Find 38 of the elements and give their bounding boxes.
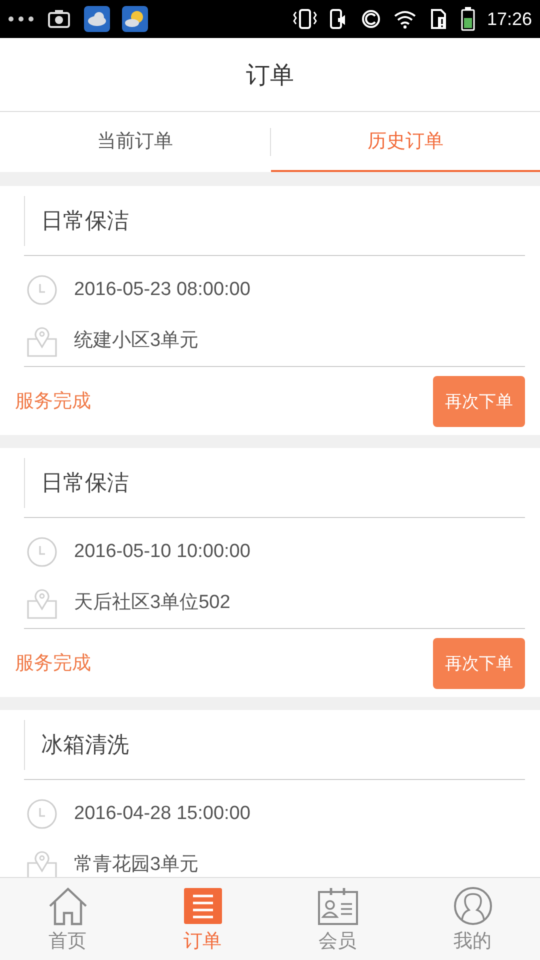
- member-card-icon: [318, 886, 358, 926]
- wifi-icon: [392, 9, 417, 29]
- order-status: 服务完成: [15, 389, 91, 414]
- nav-tab[interactable]: 订单: [135, 878, 270, 960]
- order-time: 2016-04-28 15:00:00: [74, 803, 250, 825]
- battery-icon: [460, 7, 475, 31]
- more-icon: [8, 16, 34, 22]
- clock-icon: [26, 274, 58, 306]
- clock-time: 17:26: [486, 8, 532, 30]
- map-pin-icon: [26, 325, 58, 357]
- cloud-icon: [84, 6, 110, 32]
- service-name: 日常保洁: [24, 458, 129, 508]
- order-address: 天后社区3单位502: [74, 592, 230, 614]
- map-pin-icon: [26, 587, 58, 619]
- nav-tab[interactable]: 会员: [270, 878, 405, 960]
- network-icon: [360, 9, 381, 29]
- order-time: 2016-05-23 08:00:00: [74, 279, 250, 301]
- reorder-button[interactable]: 再次下单: [433, 638, 525, 688]
- service-name: 日常保洁: [24, 196, 129, 246]
- order-address: 常青花园3单元: [74, 854, 199, 876]
- clock-icon: [26, 798, 58, 830]
- camera-icon: [46, 8, 72, 30]
- tab[interactable]: 当前订单: [0, 112, 270, 172]
- clock-icon: [26, 536, 58, 568]
- page-title: 订单: [246, 60, 294, 90]
- weather-icon: [122, 6, 148, 32]
- order-time: 2016-05-10 10:00:00: [74, 541, 250, 563]
- service-name: 冰箱清洗: [24, 720, 129, 770]
- sim-alert-icon: [428, 8, 449, 30]
- order-status: 服务完成: [15, 651, 91, 676]
- nav-tab[interactable]: 首页: [0, 878, 135, 960]
- home-icon: [48, 886, 88, 926]
- vibrate-icon: [292, 8, 317, 30]
- user-icon: [452, 886, 492, 926]
- nav-tab[interactable]: 我的: [405, 878, 540, 960]
- reorder-button[interactable]: 再次下单: [433, 376, 525, 426]
- list-icon: [182, 886, 222, 926]
- order-address: 统建小区3单元: [74, 330, 199, 352]
